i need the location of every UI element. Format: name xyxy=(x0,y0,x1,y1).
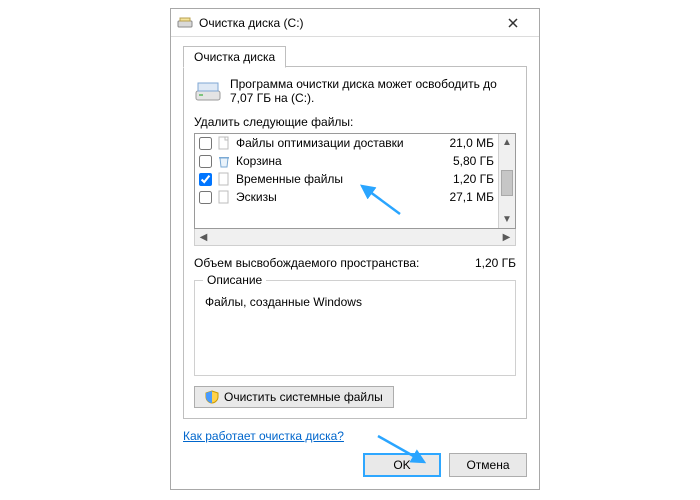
uac-shield-icon xyxy=(205,390,219,404)
titlebar: Очистка диска (C:) xyxy=(171,9,539,37)
client-area: Очистка диска Программа очистки диска мо… xyxy=(171,37,539,489)
clean-system-files-label: Очистить системные файлы xyxy=(224,390,383,404)
file-checkbox[interactable] xyxy=(199,137,212,150)
files-section-label: Удалить следующие файлы: xyxy=(194,115,516,129)
file-checkbox[interactable] xyxy=(199,173,212,186)
list-item[interactable]: Временные файлы 1,20 ГБ xyxy=(195,170,498,188)
list-item[interactable]: Файлы оптимизации доставки 21,0 МБ xyxy=(195,134,498,152)
window-title: Очистка диска (C:) xyxy=(199,16,493,30)
ok-button[interactable]: OK xyxy=(363,453,441,477)
file-icon xyxy=(217,190,231,204)
description-groupbox: Описание Файлы, созданные Windows xyxy=(194,280,516,376)
list-item[interactable]: Корзина 5,80 ГБ xyxy=(195,152,498,170)
list-item[interactable]: Эскизы 27,1 МБ xyxy=(195,188,498,206)
tab-cleanup[interactable]: Очистка диска xyxy=(183,46,286,68)
freed-space-label: Объем высвобождаемого пространства: xyxy=(194,256,446,270)
recycle-bin-icon xyxy=(217,154,231,168)
files-list-inner: Файлы оптимизации доставки 21,0 МБ Корзи… xyxy=(195,134,498,228)
description-text: Файлы, созданные Windows xyxy=(205,295,505,365)
freed-space-row: Объем высвобождаемого пространства: 1,20… xyxy=(194,256,516,270)
drive-icon xyxy=(194,77,222,105)
description-legend: Описание xyxy=(203,273,266,287)
dialog-actions: OK Отмена xyxy=(183,453,527,477)
file-size: 1,20 ГБ xyxy=(434,172,494,186)
file-icon xyxy=(217,136,231,150)
file-size: 27,1 МБ xyxy=(434,190,494,204)
file-label: Эскизы xyxy=(236,190,429,204)
freed-space-value: 1,20 ГБ xyxy=(446,256,516,270)
file-icon xyxy=(217,172,231,186)
close-button[interactable] xyxy=(493,9,533,36)
file-label: Временные файлы xyxy=(236,172,429,186)
info-text: Программа очистки диска может освободить… xyxy=(230,77,516,105)
close-icon xyxy=(508,18,518,28)
vertical-scrollbar[interactable]: ▲ ▼ xyxy=(498,134,515,228)
scroll-up-icon[interactable]: ▲ xyxy=(499,134,515,151)
files-listbox[interactable]: Файлы оптимизации доставки 21,0 МБ Корзи… xyxy=(194,133,516,229)
disk-cleanup-window: Очистка диска (C:) Очистка диска Пр xyxy=(170,8,540,490)
file-size: 5,80 ГБ xyxy=(434,154,494,168)
horizontal-scrollbar[interactable]: ◀ ▶ xyxy=(194,229,516,246)
help-link[interactable]: Как работает очистка диска? xyxy=(183,429,527,443)
disk-cleanup-icon xyxy=(177,15,193,31)
file-size: 21,0 МБ xyxy=(434,136,494,150)
file-checkbox[interactable] xyxy=(199,191,212,204)
tab-content: Программа очистки диска может освободить… xyxy=(183,67,527,419)
clean-system-files-button[interactable]: Очистить системные файлы xyxy=(194,386,394,408)
file-label: Файлы оптимизации доставки xyxy=(236,136,429,150)
scroll-left-icon[interactable]: ◀ xyxy=(195,229,212,245)
cancel-button[interactable]: Отмена xyxy=(449,453,527,477)
file-label: Корзина xyxy=(236,154,429,168)
scroll-right-icon[interactable]: ▶ xyxy=(498,229,515,245)
scroll-down-icon[interactable]: ▼ xyxy=(499,211,515,228)
tabstrip: Очистка диска xyxy=(183,45,527,67)
file-checkbox[interactable] xyxy=(199,155,212,168)
info-row: Программа очистки диска может освободить… xyxy=(194,77,516,105)
scroll-thumb[interactable] xyxy=(501,170,513,196)
